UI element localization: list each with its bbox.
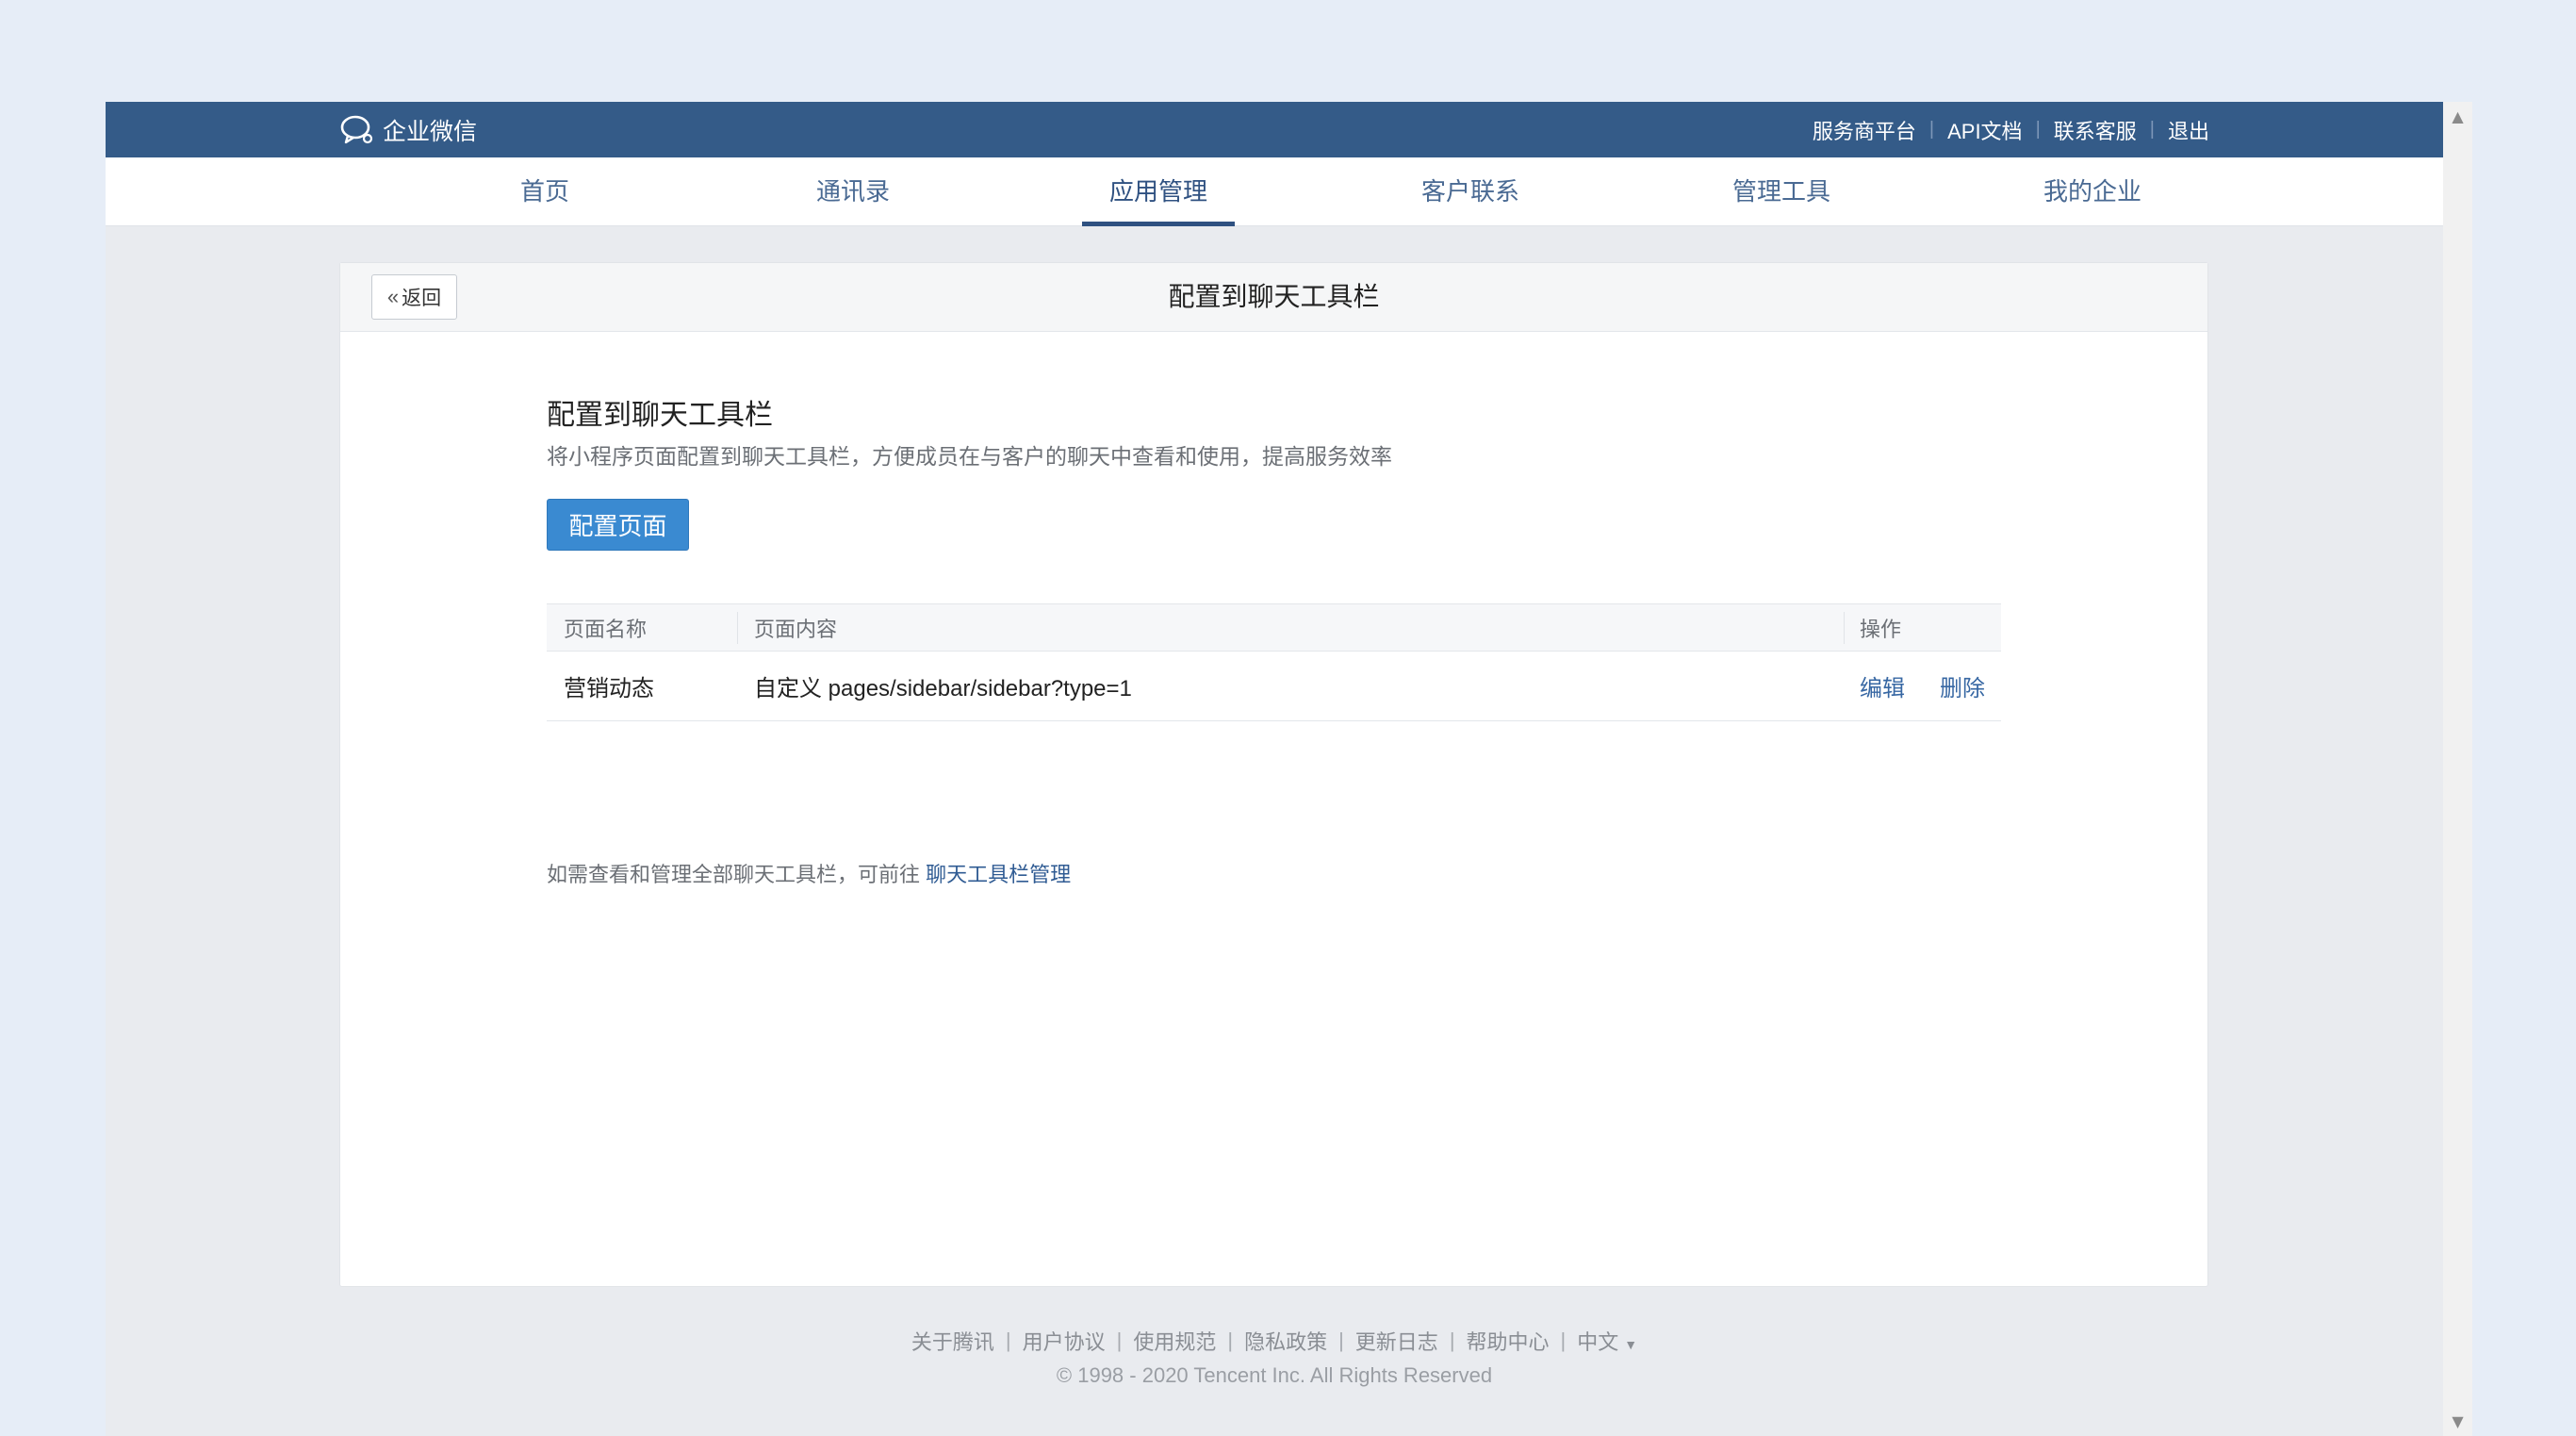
header-page-name: 页面名称 [564,617,648,641]
header-page-content: 页面内容 [754,617,838,641]
divider: | [1928,119,1935,140]
footnote: 如需查看和管理全部聊天工具栏，可前往 聊天工具栏管理 [547,858,1071,888]
divider: | [1005,1329,1011,1352]
header-actions: 操作 [1860,617,1902,641]
language-selector[interactable]: 中文 ▼ [1577,1326,1637,1356]
footer-link-usage-rules[interactable]: 使用规范 [1133,1326,1216,1356]
link-contact-support[interactable]: 联系客服 [2054,115,2137,145]
configure-page-button[interactable]: 配置页面 [547,499,689,551]
footer-link-about[interactable]: 关于腾讯 [911,1326,994,1356]
copyright: © 1998 - 2020 Tencent Inc. All Rights Re… [1056,1363,1493,1387]
scroll-up-arrow-icon[interactable]: ▲ [2443,102,2472,131]
divider: | [1338,1329,1344,1352]
table-row: 营销动态 自定义 pages/sidebar/sidebar?type=1 编辑… [547,652,2001,721]
vertical-scrollbar[interactable]: ▲ ▼ [2443,102,2472,1436]
divider: | [1560,1329,1567,1352]
nav-management-tools[interactable]: 管理工具 [1706,157,1857,226]
main-nav: 首页 通讯录 应用管理 客户联系 管理工具 我的企业 [106,157,2443,226]
top-bar: 企业微信 服务商平台 | API文档 | 联系客服 | 退出 [106,102,2443,157]
column-divider [1844,612,1845,644]
nav-customer-contact[interactable]: 客户联系 [1395,157,1546,226]
nav-my-enterprise[interactable]: 我的企业 [2017,157,2168,226]
card-title: 配置到聊天工具栏 [1168,282,1380,311]
link-api-docs[interactable]: API文档 [1947,115,2022,145]
back-button[interactable]: « 返回 [371,274,457,320]
top-links: 服务商平台 | API文档 | 联系客服 | 退出 [1813,102,2209,157]
nav-app-management[interactable]: 应用管理 [1082,157,1235,226]
wecom-logo-icon [340,115,373,144]
row-page-name: 营销动态 [564,676,654,701]
scroll-down-arrow-icon[interactable]: ▼ [2443,1407,2472,1436]
footer-link-help[interactable]: 帮助中心 [1467,1326,1550,1356]
footer-link-user-agreement[interactable]: 用户协议 [1023,1326,1106,1356]
delete-link[interactable]: 删除 [1940,652,1985,720]
browser-viewport: 企业微信 服务商平台 | API文档 | 联系客服 | 退出 首页 通讯录 应用… [106,102,2472,1436]
section-description: 将小程序页面配置到聊天工具栏，方便成员在与客户的聊天中查看和使用，提高服务效率 [547,444,1392,469]
divider: | [1116,1329,1123,1352]
footnote-text: 如需查看和管理全部聊天工具栏，可前往 [547,863,927,886]
footer: 关于腾讯 | 用户协议 | 使用规范 | 隐私政策 | 更新日志 | 帮助中心 … [106,1324,2443,1390]
pages-table: 页面名称 页面内容 操作 营销动态 自定义 pages/sidebar/side… [547,603,2001,721]
footer-links: 关于腾讯 | 用户协议 | 使用规范 | 隐私政策 | 更新日志 | 帮助中心 … [106,1324,2443,1358]
table-header: 页面名称 页面内容 操作 [547,603,2001,652]
link-service-provider[interactable]: 服务商平台 [1813,115,1916,145]
logo[interactable]: 企业微信 [339,113,477,147]
content-card: 配置到聊天工具栏 « 返回 配置到聊天工具栏 将小程序页面配置到聊天工具栏，方便… [339,262,2208,1287]
caret-down-icon: ▼ [1624,1337,1638,1352]
divider: | [1227,1329,1234,1352]
double-chevron-left-icon: « [386,285,400,308]
row-page-content: 自定义 pages/sidebar/sidebar?type=1 [754,676,1132,701]
column-divider [737,612,738,644]
divider: | [1449,1329,1455,1352]
nav-contacts[interactable]: 通讯录 [792,157,914,226]
divider: | [2035,119,2041,140]
card-header: 配置到聊天工具栏 « 返回 [340,263,2207,332]
section-title: 配置到聊天工具栏 [547,400,773,431]
link-logout[interactable]: 退出 [2168,115,2209,145]
edit-link[interactable]: 编辑 [1860,652,1905,720]
toolbar-management-link[interactable]: 聊天工具栏管理 [926,863,1071,886]
logo-text: 企业微信 [383,119,478,145]
nav-home[interactable]: 首页 [493,157,597,226]
footer-link-changelog[interactable]: 更新日志 [1355,1326,1438,1356]
footer-link-privacy[interactable]: 隐私政策 [1244,1326,1327,1356]
language-label: 中文 [1577,1330,1619,1354]
back-label: 返回 [402,288,442,309]
divider: | [2149,119,2155,140]
